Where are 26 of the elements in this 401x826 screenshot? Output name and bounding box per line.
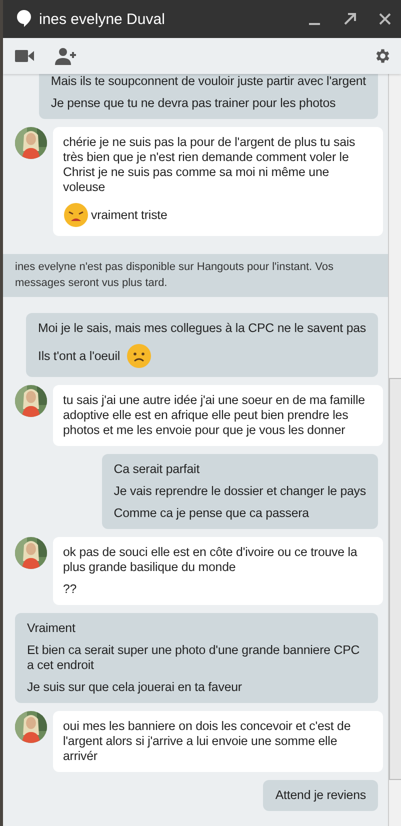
message-text: chérie je ne suis pas la pour de l'argent de plus tu sais très bien que je n'est rien demande comment voler le Christ je ne suis pas comme sa moi ni même une voleuse (63, 135, 356, 195)
message-text: Attend je reviens (275, 788, 366, 803)
weary-face-icon (63, 202, 89, 228)
message-text: Ca serait parfait (114, 462, 200, 477)
close-icon[interactable] (379, 13, 391, 25)
message-text: Je vais reprendre le dossier et changer le pays (114, 484, 366, 499)
availability-notice: ines evelyne n'est pas disponible sur Hangouts pour l'instant. Vos messages seront vus plus tard. (3, 254, 388, 297)
message-text: ok pas de souci elle est en côte d'ivoire ou ce trouve la plus grande basilique du monde (63, 545, 358, 575)
add-person-icon[interactable] (55, 47, 77, 65)
message-text: Mais ils te soupconnent de vouloir juste partir avec l'argent (50, 74, 366, 89)
window-title: ines evelyne Duval (39, 10, 166, 28)
message-text: Ils t'ont a l'oeuil (38, 348, 120, 364)
message-text: vraiment triste (91, 208, 168, 222)
frown-face-icon (126, 343, 152, 369)
message-text: Et bien ca serait super une photo d'une grande banniere CPC a cet endroit (27, 643, 361, 673)
chat-bubble-icon (17, 10, 31, 28)
message-text: Je pense que tu ne devra pas trainer pour les photos (50, 96, 336, 111)
message-text: ?? (63, 582, 77, 597)
video-camera-icon[interactable] (15, 49, 35, 63)
message-text: Je suis sur que cela jouerai en ta faveur (27, 680, 242, 695)
pop-out-icon[interactable] (343, 12, 357, 26)
message-text: tu sais j'ai une autre idée j'ai une soeur en de ma famille adoptive elle est en afrique elle peut bien prendre les photos et me les envoie pour que je vous les donner (63, 393, 366, 438)
message-text: Moi je le sais, mais mes collegues à la CPC ne le savent pas (38, 321, 366, 336)
message-text: Comme ca je pense que ca passera (114, 506, 309, 521)
message-text: oui mes les banniere on dois les concevoir et c'est de l'argent alors si j'arrive a lui envoie une somme elle arrivér (63, 719, 352, 764)
message-text: Vraiment (27, 621, 76, 636)
